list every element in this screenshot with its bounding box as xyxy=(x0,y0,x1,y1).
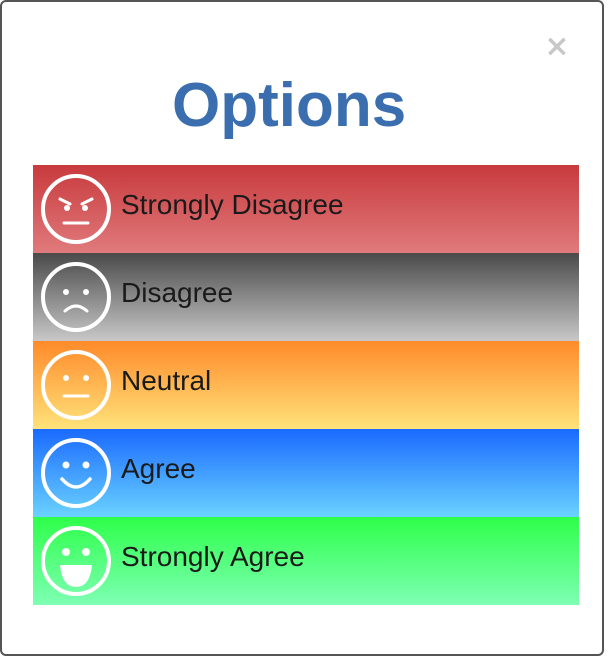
close-button[interactable]: × xyxy=(542,32,572,62)
option-label: Strongly Disagree xyxy=(121,189,344,220)
neutral-face-icon xyxy=(41,350,111,420)
option-neutral[interactable]: Neutral xyxy=(33,341,579,429)
sad-face-icon xyxy=(41,262,111,332)
option-strongly-disagree[interactable]: Strongly Disagree xyxy=(33,165,579,253)
option-label: Neutral xyxy=(121,365,212,396)
options-modal: × Options Strongly Disagree Disagree Neu… xyxy=(0,0,604,656)
close-icon: × xyxy=(544,29,570,64)
options-list: Strongly Disagree Disagree Neutral Agree… xyxy=(33,165,579,605)
option-label: Agree xyxy=(121,453,196,484)
option-agree[interactable]: Agree xyxy=(33,429,579,517)
option-label: Strongly Agree xyxy=(121,541,305,572)
smiley-face-icon xyxy=(41,438,111,508)
option-label: Disagree xyxy=(121,277,234,308)
option-disagree[interactable]: Disagree xyxy=(33,253,579,341)
option-strongly-agree[interactable]: Strongly Agree xyxy=(33,517,579,605)
angry-face-icon xyxy=(41,174,111,244)
laughing-face-icon xyxy=(41,526,111,596)
modal-title: Options xyxy=(172,71,407,140)
